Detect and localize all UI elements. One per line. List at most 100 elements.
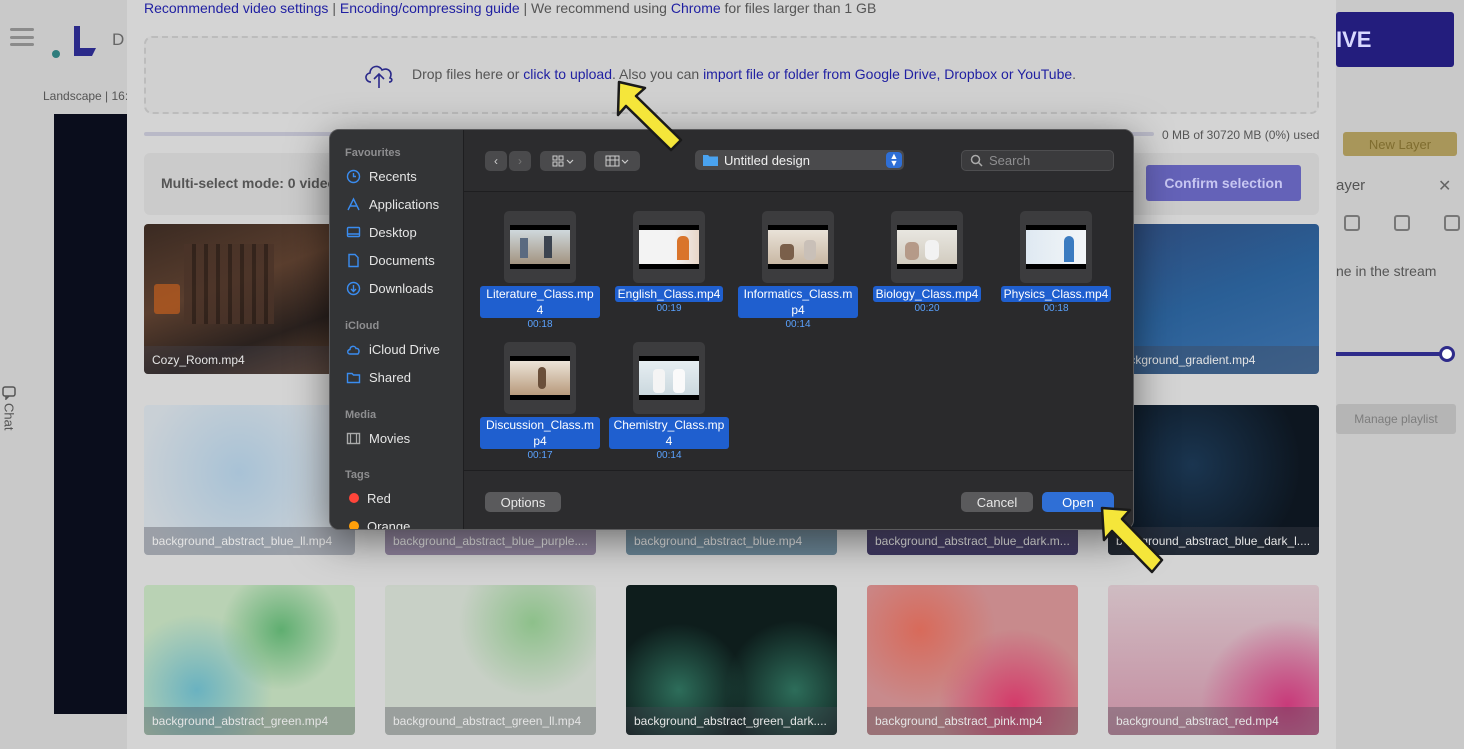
app-name: D [112, 30, 125, 49]
applications-icon [347, 196, 360, 210]
library-item[interactable]: background_abstract_green.mp4 [144, 585, 355, 735]
file-dropzone[interactable]: Drop files here or click to upload. Also… [144, 36, 1319, 114]
close-icon[interactable]: ✕ [1438, 176, 1451, 196]
options-button[interactable]: Options [485, 492, 561, 512]
sidebar-item-applications[interactable]: Applications [346, 193, 439, 215]
back-button[interactable]: ‹ [485, 151, 507, 171]
file-name: English_Class.mp4 [614, 286, 724, 302]
library-item-name: Cozy_Room.mp4 [144, 346, 355, 374]
library-item-name: background_abstract_blue_dark.m... [867, 527, 1078, 555]
annotation-arrow-icon [1100, 506, 1164, 574]
file-item[interactable]: English_Class.mp4 00:19 [608, 211, 730, 314]
hamburger-menu-icon[interactable] [10, 28, 34, 46]
folder-icon [703, 155, 718, 166]
file-item[interactable]: Chemistry_Class.mp4 00:14 [608, 342, 730, 461]
view-mode-button[interactable] [540, 151, 586, 171]
sidebar-item-downloads[interactable]: Downloads [346, 277, 433, 299]
manage-playlist-label: Manage playlist [1354, 412, 1438, 426]
library-item-name: background_abstract_green.mp4 [144, 707, 355, 735]
sidebar-tag-red[interactable]: Red [346, 487, 391, 509]
upload-help-links: Recommended video settings | Encoding/co… [144, 0, 877, 16]
file-thumbnail [891, 211, 963, 283]
sidebar-tag-orange[interactable]: Orange [346, 515, 410, 529]
folder-path-select[interactable]: Untitled design ▲ ▼ [695, 150, 904, 170]
import-cloud-link[interactable]: import file or folder from Google Drive,… [703, 66, 1072, 82]
layer-description: ne in the stream [1336, 263, 1437, 279]
sidebar-item-desktop[interactable]: Desktop [346, 221, 417, 243]
library-item[interactable]: background_abstract_blue_ll.mp4 [144, 405, 355, 555]
slider-handle[interactable] [1439, 346, 1455, 362]
file-item[interactable]: Biology_Class.mp4 00:20 [866, 211, 988, 314]
file-item[interactable]: Informatics_Class.mp4 00:14 [737, 211, 859, 330]
file-item[interactable]: Discussion_Class.mp4 00:17 [479, 342, 601, 461]
library-item[interactable]: background_abstract_green_ll.mp4 [385, 585, 596, 735]
sidebar-item-icloud-drive[interactable]: iCloud Drive [346, 338, 440, 360]
library-item[interactable]: background_abstract_pink.mp4 [867, 585, 1078, 735]
go-live-button[interactable]: IVE [1336, 12, 1454, 67]
layer-tools [1344, 215, 1460, 231]
confirm-selection-button[interactable]: Confirm selection [1146, 165, 1301, 201]
library-item[interactable]: background_abstract_green_dark.... [626, 585, 837, 735]
orange-tag-dot-icon [349, 521, 359, 529]
chat-icon [2, 386, 16, 400]
file-thumbnail [504, 342, 576, 414]
library-item-name: background_abstract_blue.mp4 [626, 527, 837, 555]
cancel-button[interactable]: Cancel [961, 492, 1033, 512]
chat-label: Chat [1, 403, 17, 431]
annotation-arrow-icon [616, 80, 683, 152]
search-input[interactable]: Search [961, 150, 1114, 171]
manage-playlist-button[interactable]: Manage playlist [1336, 404, 1456, 434]
cloud-icon [347, 345, 360, 355]
library-item-name: background_abstract_red.mp4 [1108, 707, 1319, 735]
click-to-upload-link[interactable]: click to upload [523, 66, 612, 82]
dialog-toolbar: ‹ › Untitled design ▲ ▼ Search [464, 130, 1133, 192]
forward-button[interactable]: › [509, 151, 531, 171]
screen-icon[interactable] [1444, 215, 1460, 231]
library-item-name: background_abstract_blue_purple.... [385, 527, 596, 555]
library-item[interactable]: Cozy_Room.mp4 [144, 224, 355, 374]
group-grid-icon [605, 155, 629, 167]
pin-icon[interactable] [1394, 215, 1410, 231]
document-icon [348, 253, 359, 267]
file-name: Discussion_Class.mp4 [480, 417, 600, 449]
chevron-left-icon: ‹ [494, 154, 498, 168]
library-item[interactable]: background_abstract_red.mp4 [1108, 585, 1319, 735]
file-duration: 00:18 [527, 319, 553, 330]
sidebar-item-recents[interactable]: Recents [346, 165, 417, 187]
icloud-title: iCloud [345, 320, 380, 332]
volume-slider[interactable] [1336, 352, 1448, 356]
file-item[interactable]: Physics_Class.mp4 00:18 [995, 211, 1117, 314]
file-name: Biology_Class.mp4 [872, 286, 982, 302]
file-thumbnail [633, 211, 705, 283]
copy-icon[interactable] [1344, 215, 1360, 231]
stream-preview [54, 114, 128, 714]
library-item-name: background_abstract_pink.mp4 [867, 707, 1078, 735]
file-open-dialog: Favourites Recents Applications Desktop … [329, 129, 1134, 530]
sidebar-item-movies[interactable]: Movies [346, 427, 410, 449]
file-name: Physics_Class.mp4 [1000, 286, 1112, 302]
chevron-right-icon: › [518, 154, 522, 168]
current-folder-label: Untitled design [724, 152, 810, 168]
new-layer-button[interactable]: New Layer [1343, 132, 1457, 156]
chrome-link[interactable]: Chrome [671, 0, 721, 16]
tags-title: Tags [345, 469, 370, 481]
dialog-footer: Options Cancel Open [464, 470, 1133, 529]
shared-folder-icon [346, 372, 361, 383]
app-logo-icon [52, 26, 96, 58]
file-duration: 00:19 [656, 303, 682, 314]
dialog-sidebar: Favourites Recents Applications Desktop … [330, 130, 464, 529]
icon-view-grid-icon [552, 155, 574, 167]
sidebar-item-shared[interactable]: Shared [346, 366, 411, 388]
file-name: Informatics_Class.mp4 [738, 286, 858, 318]
library-item[interactable]: background_gradient.mp4 [1108, 224, 1319, 374]
encoding-guide-link[interactable]: Encoding/compressing guide [340, 0, 520, 16]
aspect-label: Landscape | 16: [43, 89, 129, 103]
chat-tab[interactable]: Chat [0, 386, 18, 446]
storage-usage-text: 0 MB of 30720 MB (0%) used [1162, 128, 1320, 142]
file-name: Chemistry_Class.mp4 [609, 417, 729, 449]
desktop-icon [346, 226, 361, 237]
file-item[interactable]: Literature_Class.mp4 00:18 [479, 211, 601, 330]
recommended-settings-link[interactable]: Recommended video settings [144, 0, 328, 16]
file-thumbnail [762, 211, 834, 283]
sidebar-item-documents[interactable]: Documents [346, 249, 435, 271]
